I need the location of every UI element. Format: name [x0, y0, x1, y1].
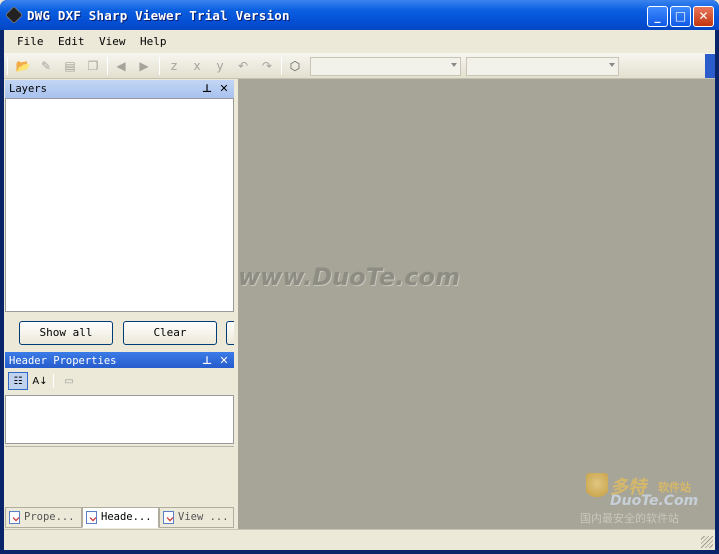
toolbar-separator	[159, 57, 160, 75]
toolbar-overflow-button[interactable]	[705, 54, 715, 78]
3d-box-icon[interactable]: ⬡	[286, 57, 304, 75]
pin-icon[interactable]: ⊥	[200, 80, 214, 98]
view-combo-2[interactable]	[466, 57, 619, 76]
properties-toolbar: ☷ A↓ ▭	[5, 368, 234, 394]
close-icon[interactable]: ✕	[217, 80, 231, 98]
menu-bar: File Edit View Help	[4, 30, 715, 53]
x-axis-icon[interactable]: x	[188, 57, 206, 75]
mascot-icon	[586, 473, 608, 503]
forward-icon[interactable]: ▶	[135, 57, 153, 75]
y-axis-icon[interactable]: y	[211, 57, 229, 75]
chevron-down-icon	[609, 63, 615, 67]
status-bar	[4, 529, 715, 550]
menu-help[interactable]: Help	[140, 35, 167, 48]
copy-icon[interactable]: ❐	[84, 57, 102, 75]
tab-header[interactable]: Heade...	[82, 507, 159, 528]
app-window: DWG DXF Sharp Viewer Trial Version _ □ ✕…	[0, 0, 719, 554]
header-properties-title: Header Properties	[9, 355, 117, 367]
layers-panel-header: Layers ⊥ ✕	[5, 80, 234, 98]
maximize-button[interactable]: □	[670, 6, 691, 27]
close-button[interactable]: ✕	[693, 6, 714, 27]
client-area: File Edit View Help 📂 ✎ ▤ ❐ ◀ ▶ z x y ↶ …	[4, 30, 715, 550]
toolbar-separator	[281, 57, 282, 75]
layers-list[interactable]	[5, 98, 234, 312]
property-description-area	[5, 446, 234, 506]
sort-alphabetical-icon[interactable]: A↓	[30, 372, 50, 390]
z-axis-icon[interactable]: z	[165, 57, 183, 75]
document-icon	[9, 511, 20, 524]
property-pages-icon[interactable]: ▭	[59, 372, 79, 390]
toolbar-grip[interactable]	[7, 57, 8, 75]
document-icon	[86, 511, 97, 524]
print-icon[interactable]: ▤	[61, 57, 79, 75]
tab-properties[interactable]: Prope...	[5, 507, 82, 528]
back-icon[interactable]: ◀	[112, 57, 130, 75]
save-icon[interactable]: ✎	[37, 57, 55, 75]
clear-button[interactable]: Clear	[123, 321, 217, 345]
rotate-right-icon[interactable]: ↷	[258, 57, 276, 75]
document-icon	[163, 511, 174, 524]
chevron-down-icon	[451, 63, 457, 67]
property-grid[interactable]	[5, 395, 234, 444]
watermark-logo-en: DuoTe.Com	[610, 493, 699, 509]
view-combo-1[interactable]	[310, 57, 461, 76]
layers-panel-title: Layers	[9, 83, 47, 95]
toolbar-separator	[107, 57, 108, 75]
open-icon[interactable]: 📂	[14, 57, 32, 75]
show-all-button[interactable]: Show all	[19, 321, 113, 345]
partial-button[interactable]	[226, 321, 234, 345]
categorized-icon[interactable]: ☷	[8, 372, 28, 390]
rotate-left-icon[interactable]: ↶	[234, 57, 252, 75]
watermark-slogan: 国内最安全的软件站	[580, 512, 679, 525]
drawing-canvas[interactable]: www.DuoTe.com 多特 软件站 DuoTe.Com 国内最安全的软件站	[238, 79, 715, 529]
panel-tabs: Prope... Heade... View ...	[5, 507, 234, 528]
watermark-logo: 多特 软件站 DuoTe.Com 国内最安全的软件站	[580, 471, 712, 525]
menu-edit[interactable]: Edit	[58, 35, 85, 48]
resize-grip-icon[interactable]	[701, 536, 713, 548]
menu-file[interactable]: File	[17, 35, 44, 48]
watermark-url: www.DuoTe.com	[238, 263, 460, 291]
toolbar-separator	[53, 374, 54, 388]
minimize-button[interactable]: _	[647, 6, 668, 27]
toolbar: 📂 ✎ ▤ ❐ ◀ ▶ z x y ↶ ↷ ⬡	[4, 53, 715, 79]
title-bar[interactable]: DWG DXF Sharp Viewer Trial Version _ □ ✕	[0, 0, 719, 30]
app-icon	[4, 5, 24, 25]
window-title: DWG DXF Sharp Viewer Trial Version	[27, 8, 290, 23]
menu-view[interactable]: View	[99, 35, 126, 48]
tab-view[interactable]: View ...	[159, 507, 234, 528]
